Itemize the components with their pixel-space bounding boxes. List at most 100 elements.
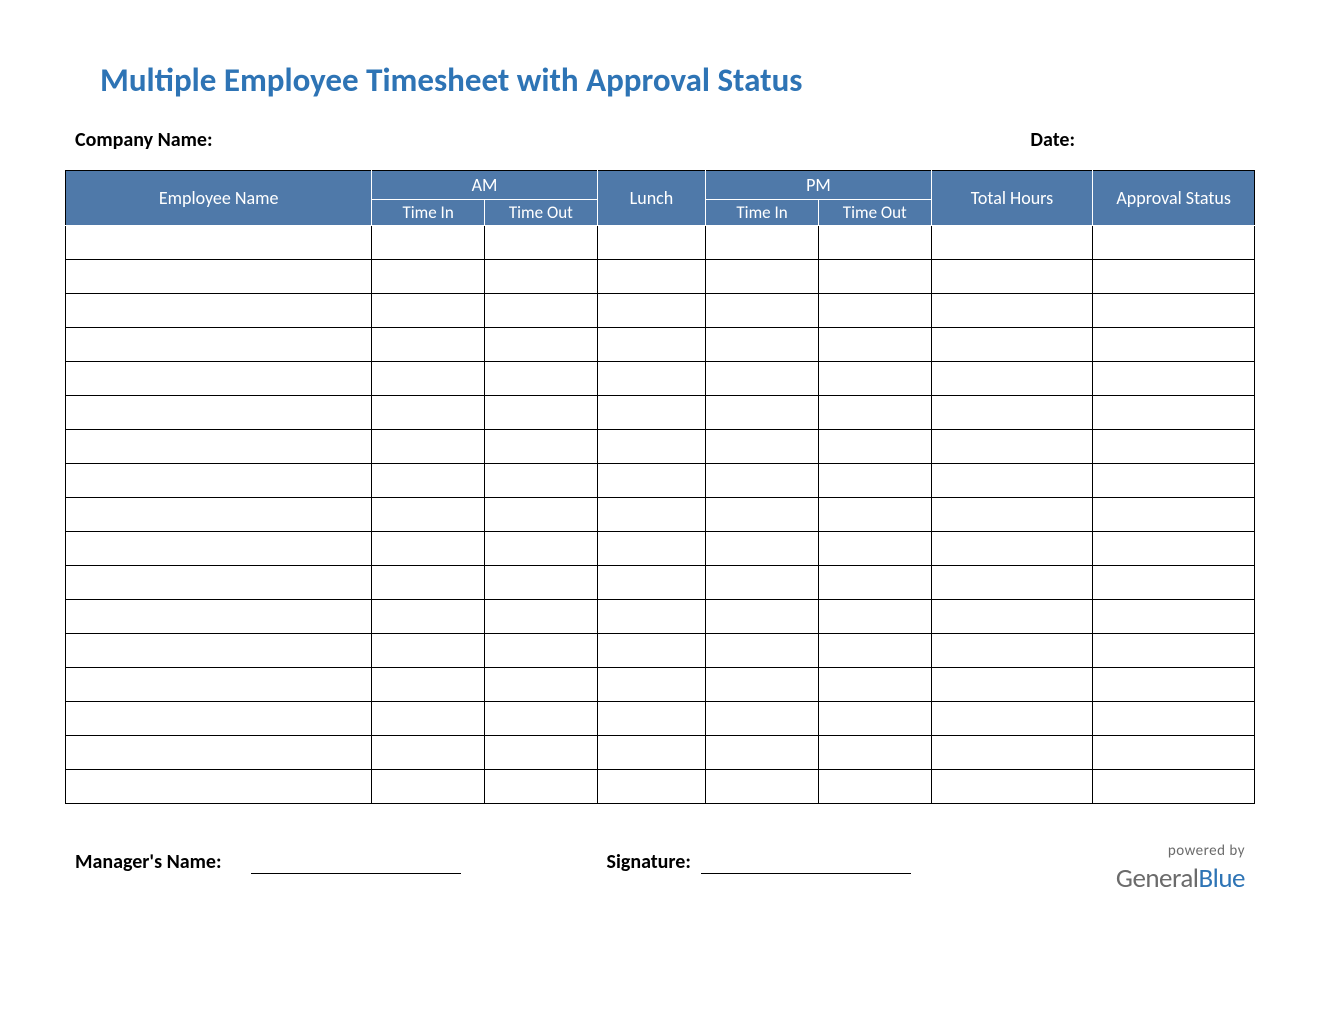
cell-lunch[interactable] [597, 464, 705, 498]
cell-lunch[interactable] [597, 600, 705, 634]
cell-name[interactable] [66, 566, 372, 600]
cell-am_out[interactable] [485, 566, 598, 600]
cell-total[interactable] [931, 430, 1093, 464]
cell-pm_out[interactable] [818, 736, 931, 770]
cell-pm_in[interactable] [706, 634, 819, 668]
cell-pm_in[interactable] [706, 668, 819, 702]
cell-approval[interactable] [1093, 362, 1255, 396]
cell-pm_out[interactable] [818, 362, 931, 396]
cell-approval[interactable] [1093, 736, 1255, 770]
cell-total[interactable] [931, 736, 1093, 770]
cell-pm_out[interactable] [818, 634, 931, 668]
cell-pm_in[interactable] [706, 498, 819, 532]
cell-pm_out[interactable] [818, 396, 931, 430]
cell-approval[interactable] [1093, 566, 1255, 600]
cell-am_in[interactable] [372, 430, 485, 464]
cell-am_out[interactable] [485, 600, 598, 634]
cell-am_out[interactable] [485, 464, 598, 498]
cell-pm_in[interactable] [706, 464, 819, 498]
cell-name[interactable] [66, 668, 372, 702]
cell-name[interactable] [66, 396, 372, 430]
cell-am_in[interactable] [372, 260, 485, 294]
cell-name[interactable] [66, 226, 372, 260]
cell-approval[interactable] [1093, 702, 1255, 736]
cell-total[interactable] [931, 702, 1093, 736]
cell-lunch[interactable] [597, 430, 705, 464]
cell-pm_out[interactable] [818, 294, 931, 328]
cell-pm_out[interactable] [818, 430, 931, 464]
cell-pm_out[interactable] [818, 668, 931, 702]
cell-am_in[interactable] [372, 566, 485, 600]
cell-pm_in[interactable] [706, 430, 819, 464]
cell-name[interactable] [66, 328, 372, 362]
cell-pm_in[interactable] [706, 226, 819, 260]
cell-am_out[interactable] [485, 260, 598, 294]
cell-approval[interactable] [1093, 464, 1255, 498]
cell-name[interactable] [66, 498, 372, 532]
cell-approval[interactable] [1093, 498, 1255, 532]
cell-name[interactable] [66, 430, 372, 464]
cell-pm_out[interactable] [818, 566, 931, 600]
cell-total[interactable] [931, 668, 1093, 702]
cell-name[interactable] [66, 362, 372, 396]
cell-am_in[interactable] [372, 328, 485, 362]
cell-total[interactable] [931, 328, 1093, 362]
cell-pm_out[interactable] [818, 498, 931, 532]
cell-am_out[interactable] [485, 430, 598, 464]
cell-total[interactable] [931, 294, 1093, 328]
cell-name[interactable] [66, 634, 372, 668]
cell-am_in[interactable] [372, 736, 485, 770]
cell-am_in[interactable] [372, 600, 485, 634]
cell-total[interactable] [931, 770, 1093, 804]
cell-am_in[interactable] [372, 362, 485, 396]
cell-total[interactable] [931, 600, 1093, 634]
cell-am_in[interactable] [372, 634, 485, 668]
cell-total[interactable] [931, 634, 1093, 668]
cell-approval[interactable] [1093, 294, 1255, 328]
cell-approval[interactable] [1093, 668, 1255, 702]
cell-total[interactable] [931, 464, 1093, 498]
cell-am_in[interactable] [372, 464, 485, 498]
cell-total[interactable] [931, 260, 1093, 294]
cell-total[interactable] [931, 396, 1093, 430]
cell-am_in[interactable] [372, 770, 485, 804]
cell-lunch[interactable] [597, 634, 705, 668]
cell-pm_out[interactable] [818, 702, 931, 736]
cell-pm_out[interactable] [818, 464, 931, 498]
cell-approval[interactable] [1093, 396, 1255, 430]
cell-am_out[interactable] [485, 770, 598, 804]
cell-total[interactable] [931, 226, 1093, 260]
cell-am_out[interactable] [485, 294, 598, 328]
cell-pm_in[interactable] [706, 600, 819, 634]
cell-approval[interactable] [1093, 226, 1255, 260]
cell-lunch[interactable] [597, 396, 705, 430]
cell-lunch[interactable] [597, 566, 705, 600]
cell-am_out[interactable] [485, 532, 598, 566]
cell-lunch[interactable] [597, 736, 705, 770]
cell-am_in[interactable] [372, 498, 485, 532]
cell-pm_out[interactable] [818, 260, 931, 294]
cell-total[interactable] [931, 498, 1093, 532]
cell-name[interactable] [66, 294, 372, 328]
cell-approval[interactable] [1093, 600, 1255, 634]
cell-name[interactable] [66, 736, 372, 770]
cell-pm_out[interactable] [818, 532, 931, 566]
cell-am_out[interactable] [485, 668, 598, 702]
cell-am_in[interactable] [372, 294, 485, 328]
cell-lunch[interactable] [597, 532, 705, 566]
cell-pm_out[interactable] [818, 770, 931, 804]
cell-approval[interactable] [1093, 532, 1255, 566]
cell-am_out[interactable] [485, 328, 598, 362]
cell-pm_in[interactable] [706, 702, 819, 736]
cell-lunch[interactable] [597, 328, 705, 362]
cell-pm_in[interactable] [706, 396, 819, 430]
cell-am_in[interactable] [372, 226, 485, 260]
cell-pm_in[interactable] [706, 770, 819, 804]
cell-name[interactable] [66, 464, 372, 498]
cell-lunch[interactable] [597, 362, 705, 396]
manager-name-line[interactable] [251, 842, 461, 874]
cell-approval[interactable] [1093, 770, 1255, 804]
cell-approval[interactable] [1093, 430, 1255, 464]
cell-pm_in[interactable] [706, 362, 819, 396]
cell-pm_in[interactable] [706, 260, 819, 294]
